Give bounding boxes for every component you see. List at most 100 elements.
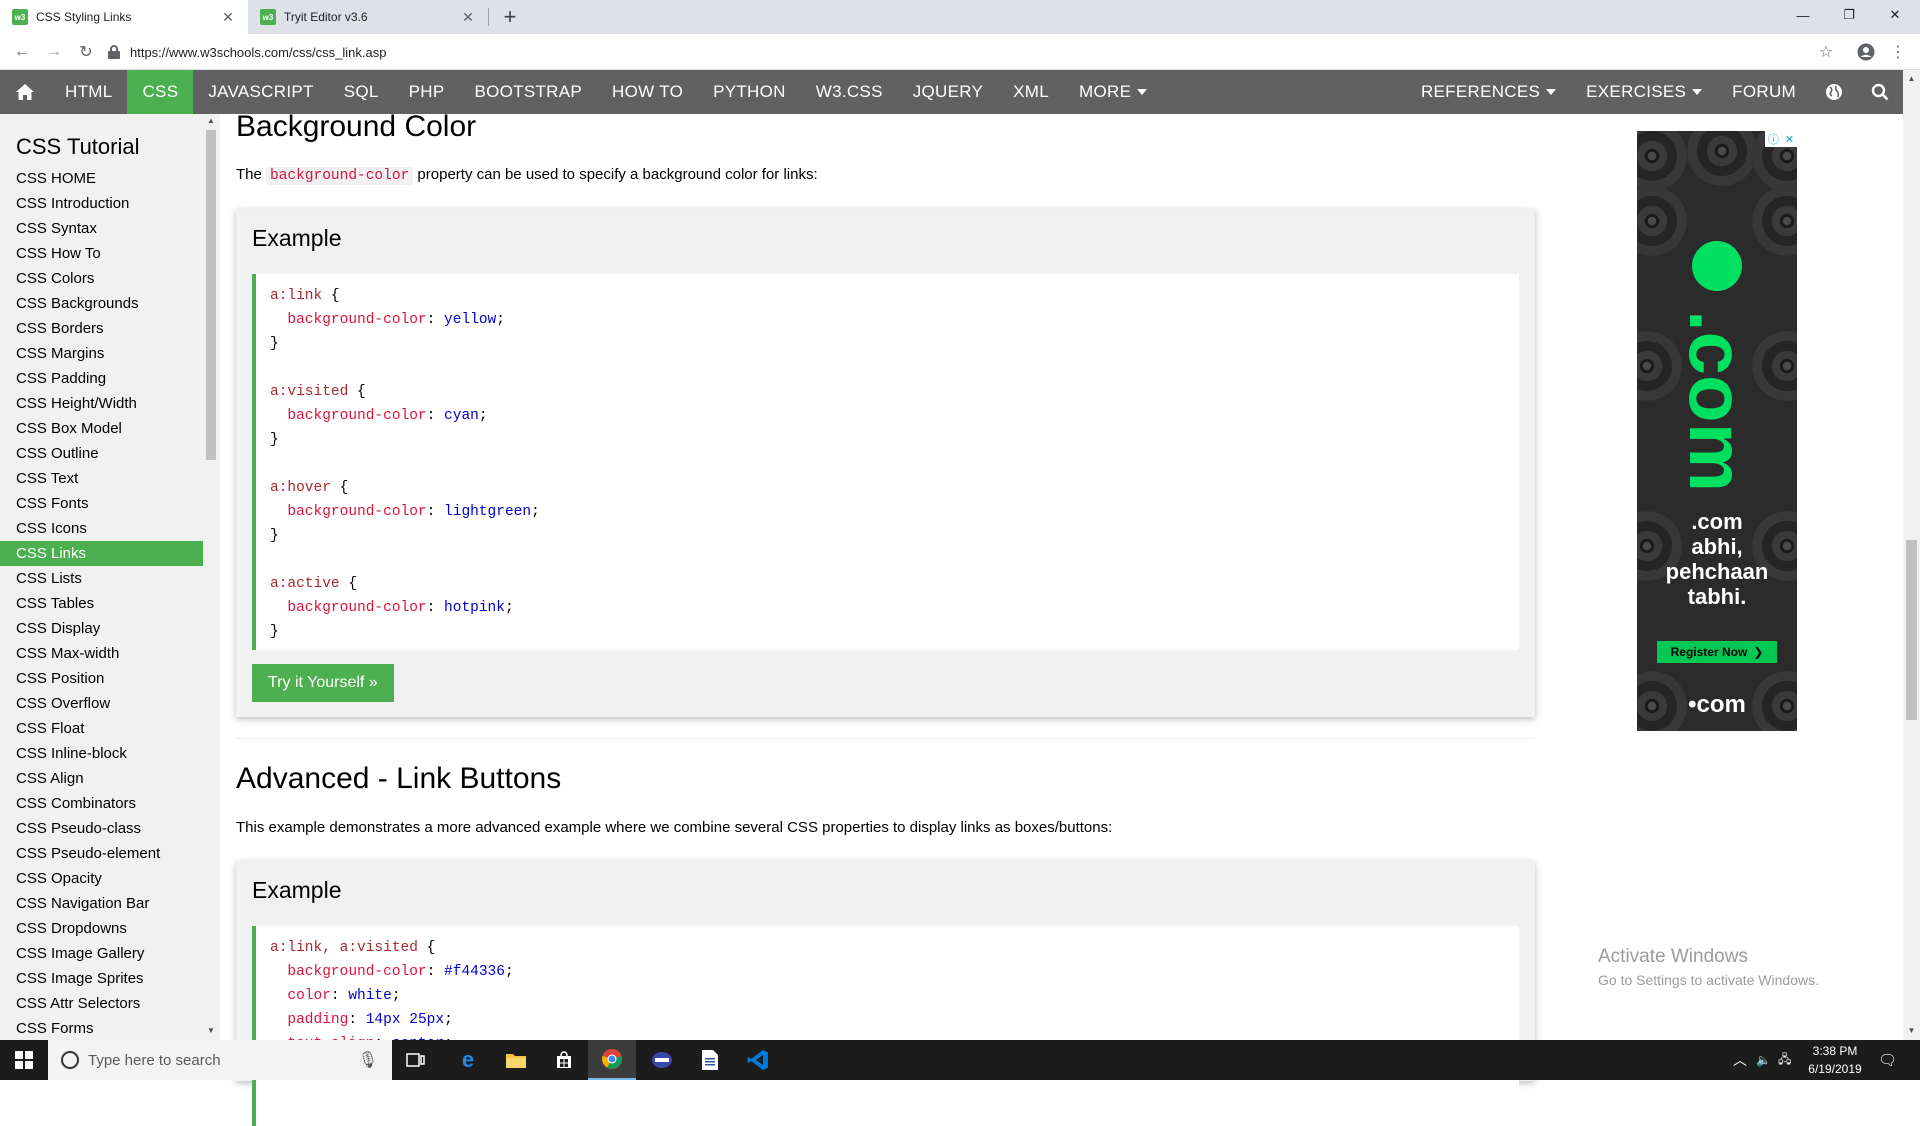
chrome-icon[interactable] <box>588 1040 636 1080</box>
sidebar-item-css-borders[interactable]: CSS Borders <box>0 316 203 341</box>
search-icon[interactable] <box>1857 70 1903 114</box>
home-button[interactable] <box>0 70 50 114</box>
sidebar-item-css-attr-selectors[interactable]: CSS Attr Selectors <box>0 991 203 1016</box>
translate-globe-icon[interactable] <box>1811 70 1857 114</box>
scroll-down-arrow-icon[interactable]: ▼ <box>206 1026 216 1035</box>
sidebar-item-css-backgrounds[interactable]: CSS Backgrounds <box>0 291 203 316</box>
scroll-up-arrow-icon[interactable]: ▲ <box>206 116 216 125</box>
document-icon[interactable] <box>686 1040 734 1080</box>
vscode-icon[interactable] <box>734 1040 782 1080</box>
code-token-sel: a:hover <box>270 480 331 496</box>
sidebar-item-css-position[interactable]: CSS Position <box>0 666 203 691</box>
sidebar-item-css-introduction[interactable]: CSS Introduction <box>0 191 203 216</box>
profile-avatar-icon[interactable] <box>1854 40 1878 64</box>
nav-bootstrap[interactable]: BOOTSTRAP <box>459 70 597 114</box>
sidebar-item-css-links[interactable]: CSS Links <box>0 541 203 566</box>
new-tab-button[interactable]: + <box>498 4 522 29</box>
sidebar-item-css-tables[interactable]: CSS Tables <box>0 591 203 616</box>
sidebar-item-css-pseudo-element[interactable]: CSS Pseudo-element <box>0 841 203 866</box>
sidebar-item-css-pseudo-class[interactable]: CSS Pseudo-class <box>0 816 203 841</box>
nav-xml[interactable]: XML <box>998 70 1064 114</box>
sidebar-item-css-image-sprites[interactable]: CSS Image Sprites <box>0 966 203 991</box>
scroll-down-arrow-icon[interactable]: ▼ <box>1906 1026 1917 1035</box>
ad-choices[interactable]: ⓘ ✕ <box>1765 131 1797 147</box>
sidebar-scroll-thumb[interactable] <box>206 130 216 460</box>
sidebar-item-css-home[interactable]: CSS HOME <box>0 166 203 191</box>
nav-w3css[interactable]: W3.CSS <box>801 70 898 114</box>
nav-php[interactable]: PHP <box>394 70 460 114</box>
edge-browser-icon[interactable]: e <box>444 1040 492 1080</box>
ad-info-icon[interactable]: ⓘ <box>1768 131 1779 147</box>
nav-references-dropdown[interactable]: REFERENCES <box>1406 70 1571 114</box>
sidebar-item-css-icons[interactable]: CSS Icons <box>0 516 203 541</box>
sidebar-item-css-lists[interactable]: CSS Lists <box>0 566 203 591</box>
sidebar-item-css-height-width[interactable]: CSS Height/Width <box>0 391 203 416</box>
sidebar-item-css-forms[interactable]: CSS Forms <box>0 1016 203 1040</box>
sidebar-item-css-opacity[interactable]: CSS Opacity <box>0 866 203 891</box>
nav-python[interactable]: PYTHON <box>698 70 801 114</box>
page-scroll-thumb[interactable] <box>1906 540 1917 720</box>
db-app-icon[interactable] <box>638 1040 686 1080</box>
sidebar-item-css-how-to[interactable]: CSS How To <box>0 241 203 266</box>
tray-overflow-chevron-icon[interactable]: ︿ <box>1733 1040 1747 1080</box>
nav-more-dropdown[interactable]: MORE <box>1064 70 1162 114</box>
sidebar-item-css-margins[interactable]: CSS Margins <box>0 341 203 366</box>
scroll-up-arrow-icon[interactable]: ▲ <box>1906 74 1917 83</box>
nav-html[interactable]: HTML <box>50 70 127 114</box>
sidebar-item-css-box-model[interactable]: CSS Box Model <box>0 416 203 441</box>
restore-button[interactable]: ❐ <box>1826 0 1872 30</box>
sidebar-item-css-display[interactable]: CSS Display <box>0 616 203 641</box>
notifications-icon[interactable]: 🗨 <box>1878 1040 1897 1080</box>
windows-start-button[interactable] <box>0 1040 48 1080</box>
nav-jquery[interactable]: JQUERY <box>898 70 998 114</box>
back-button[interactable]: ← <box>10 40 34 64</box>
try-it-yourself-button[interactable]: Try it Yourself » <box>252 664 394 702</box>
code-token-val: white <box>348 988 392 1004</box>
ad-tagline-3: tabhi. <box>1687 584 1747 609</box>
ad-close-icon[interactable]: ✕ <box>1785 133 1794 146</box>
network-icon[interactable]: 🖧 <box>1778 1040 1791 1080</box>
tab-css-styling-links[interactable]: w3 CSS Styling Links ✕ <box>0 0 248 34</box>
tab-tryit-editor[interactable]: w3 Tryit Editor v3.6 ✕ <box>248 0 488 34</box>
nav-javascript[interactable]: JAVASCRIPT <box>193 70 328 114</box>
sidebar-item-css-dropdowns[interactable]: CSS Dropdowns <box>0 916 203 941</box>
nav-sql[interactable]: SQL <box>329 70 394 114</box>
sidebar-item-css-align[interactable]: CSS Align <box>0 766 203 791</box>
nav-forum[interactable]: FORUM <box>1717 70 1811 114</box>
sidebar-item-css-syntax[interactable]: CSS Syntax <box>0 216 203 241</box>
close-window-button[interactable]: ✕ <box>1872 0 1918 30</box>
sidebar-item-css-combinators[interactable]: CSS Combinators <box>0 791 203 816</box>
sidebar-item-css-max-width[interactable]: CSS Max-width <box>0 641 203 666</box>
sidebar-item-css-padding[interactable]: CSS Padding <box>0 366 203 391</box>
sidebar-item-css-inline-block[interactable]: CSS Inline-block <box>0 741 203 766</box>
nav-exercises-dropdown[interactable]: EXERCISES <box>1571 70 1717 114</box>
close-tab-icon[interactable]: ✕ <box>460 9 476 25</box>
task-view-icon[interactable] <box>392 1040 440 1080</box>
taskbar-search-input[interactable]: Type here to search 🎙 <box>48 1040 392 1080</box>
reload-button[interactable]: ↻ <box>74 40 98 64</box>
forward-button[interactable]: → <box>42 40 66 64</box>
sidebar-item-css-image-gallery[interactable]: CSS Image Gallery <box>0 941 203 966</box>
vinyl-record-image <box>1637 186 1687 256</box>
bookmark-star-icon[interactable]: ☆ <box>1814 40 1838 64</box>
ad-register-now-button[interactable]: Register Now ❯ <box>1657 641 1777 663</box>
sidebar-item-css-fonts[interactable]: CSS Fonts <box>0 491 203 516</box>
sidebar-item-css-outline[interactable]: CSS Outline <box>0 441 203 466</box>
nav-howto[interactable]: HOW TO <box>597 70 698 114</box>
sidebar-item-css-colors[interactable]: CSS Colors <box>0 266 203 291</box>
address-bar[interactable]: https://www.w3schools.com/css/css_link.a… <box>108 38 1828 66</box>
sidebar-item-css-float[interactable]: CSS Float <box>0 716 203 741</box>
minimize-button[interactable]: — <box>1780 0 1826 30</box>
close-tab-icon[interactable]: ✕ <box>220 9 236 25</box>
taskbar-clock[interactable]: 3:38 PM 6/19/2019 <box>1800 1042 1870 1078</box>
browser-menu-icon[interactable]: ⋮ <box>1886 40 1910 64</box>
store-icon[interactable] <box>540 1040 588 1080</box>
microphone-icon[interactable]: 🎙 <box>358 1050 378 1070</box>
sidebar-item-css-navigation-bar[interactable]: CSS Navigation Bar <box>0 891 203 916</box>
sidebar-item-css-overflow[interactable]: CSS Overflow <box>0 691 203 716</box>
file-explorer-icon[interactable] <box>492 1040 540 1080</box>
sidebar-item-css-text[interactable]: CSS Text <box>0 466 203 491</box>
volume-icon[interactable]: 🔈 <box>1756 1040 1771 1080</box>
nav-css[interactable]: CSS <box>127 70 194 114</box>
advertisement-banner[interactable]: .com .com abhi, pehchaan tabhi. Register… <box>1637 131 1797 731</box>
